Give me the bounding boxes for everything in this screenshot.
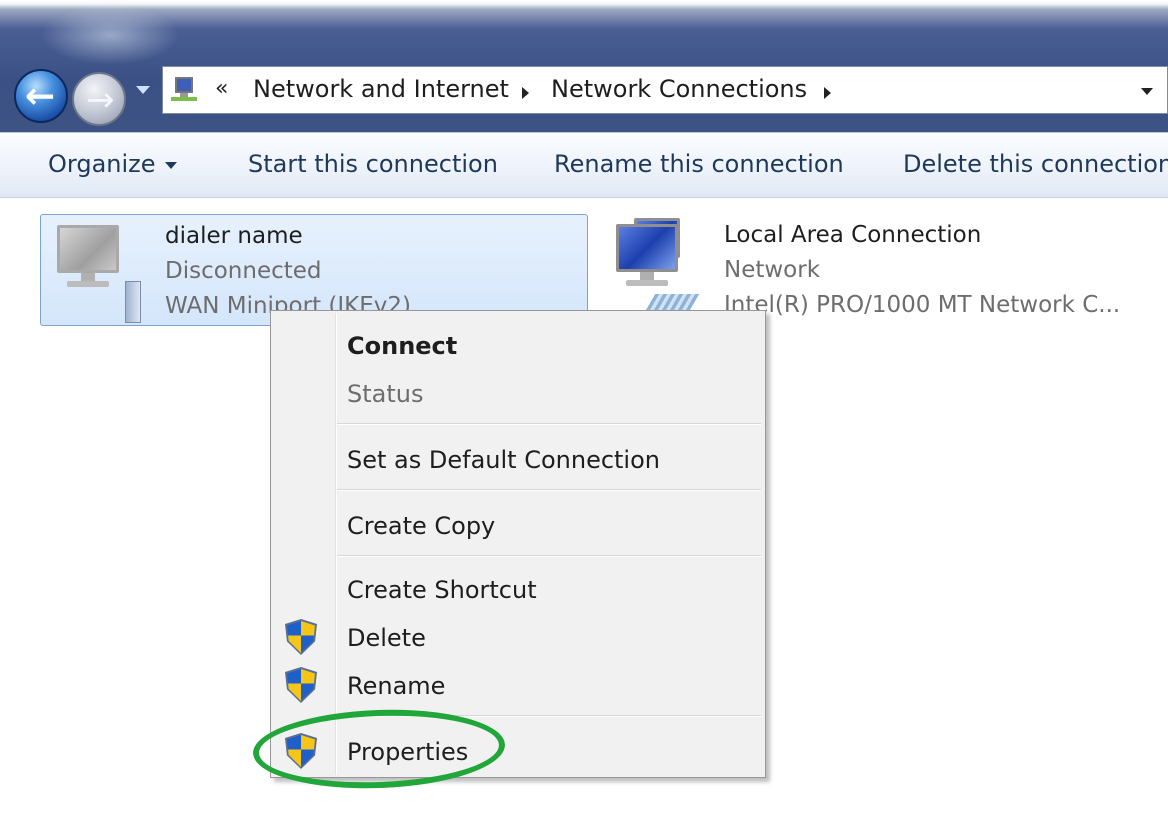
context-menu: Connect Status Set as Default Connection…	[270, 310, 766, 778]
address-dropdown-icon[interactable]	[1141, 88, 1153, 95]
delete-connection-button[interactable]: Delete this connection	[903, 149, 1168, 179]
chevron-down-icon[interactable]	[165, 162, 177, 169]
network-connections-icon	[171, 75, 197, 103]
aero-glow	[40, 5, 180, 65]
menu-item-label: Delete	[347, 624, 426, 652]
forward-button[interactable]: →	[72, 72, 126, 126]
breadcrumb-network-and-internet[interactable]: Network and Internet	[253, 75, 509, 103]
connection-name: Local Area Connection	[724, 222, 982, 248]
menu-item-rename[interactable]: Rename	[271, 665, 765, 705]
organize-button[interactable]: Organize	[48, 149, 156, 179]
menu-separator	[337, 555, 761, 557]
start-connection-button[interactable]: Start this connection	[248, 149, 498, 179]
menu-item-create-copy[interactable]: Create Copy	[271, 505, 765, 545]
menu-item-create-shortcut[interactable]: Create Shortcut	[271, 569, 765, 609]
menu-item-label: Create Shortcut	[347, 576, 537, 604]
menu-separator	[337, 423, 761, 425]
menu-item-set-default[interactable]: Set as Default Connection	[271, 439, 765, 479]
forward-arrow-icon: →	[86, 80, 115, 120]
back-arrow-icon: ←	[25, 76, 56, 117]
dialup-connection-icon	[47, 219, 141, 323]
breadcrumb-overflow[interactable]: «	[215, 75, 228, 103]
lan-connection-icon	[606, 218, 700, 318]
breadcrumb-separator-icon[interactable]	[522, 87, 529, 99]
history-dropdown-icon[interactable]	[136, 86, 150, 94]
menu-separator	[337, 489, 761, 491]
back-button[interactable]: ←	[14, 69, 68, 123]
menu-item-connect[interactable]: Connect	[271, 325, 765, 365]
menu-item-status: Status	[271, 373, 765, 413]
breadcrumb-network-connections[interactable]: Network Connections	[551, 75, 807, 103]
uac-shield-icon	[287, 621, 315, 653]
menu-item-label: Connect	[347, 332, 458, 360]
window-titlebar: ← → « Network and Internet Network Conne…	[0, 0, 1168, 132]
command-bar: Organize Start this connection Rename th…	[0, 132, 1168, 198]
menu-item-label: Create Copy	[347, 512, 496, 540]
connection-name: dialer name	[165, 223, 303, 249]
menu-item-label: Set as Default Connection	[347, 446, 660, 474]
connection-status: Network	[724, 257, 821, 283]
connection-device: Intel(R) PRO/1000 MT Network C...	[724, 292, 1121, 318]
address-bar[interactable]: « Network and Internet Network Connectio…	[162, 66, 1168, 114]
rename-connection-button[interactable]: Rename this connection	[554, 149, 844, 179]
breadcrumb-separator-icon[interactable]	[824, 87, 831, 99]
connection-status: Disconnected	[165, 258, 322, 284]
menu-item-delete[interactable]: Delete	[271, 617, 765, 657]
menu-item-label: Rename	[347, 672, 446, 700]
uac-shield-icon	[287, 669, 315, 701]
menu-item-label: Status	[347, 380, 424, 408]
